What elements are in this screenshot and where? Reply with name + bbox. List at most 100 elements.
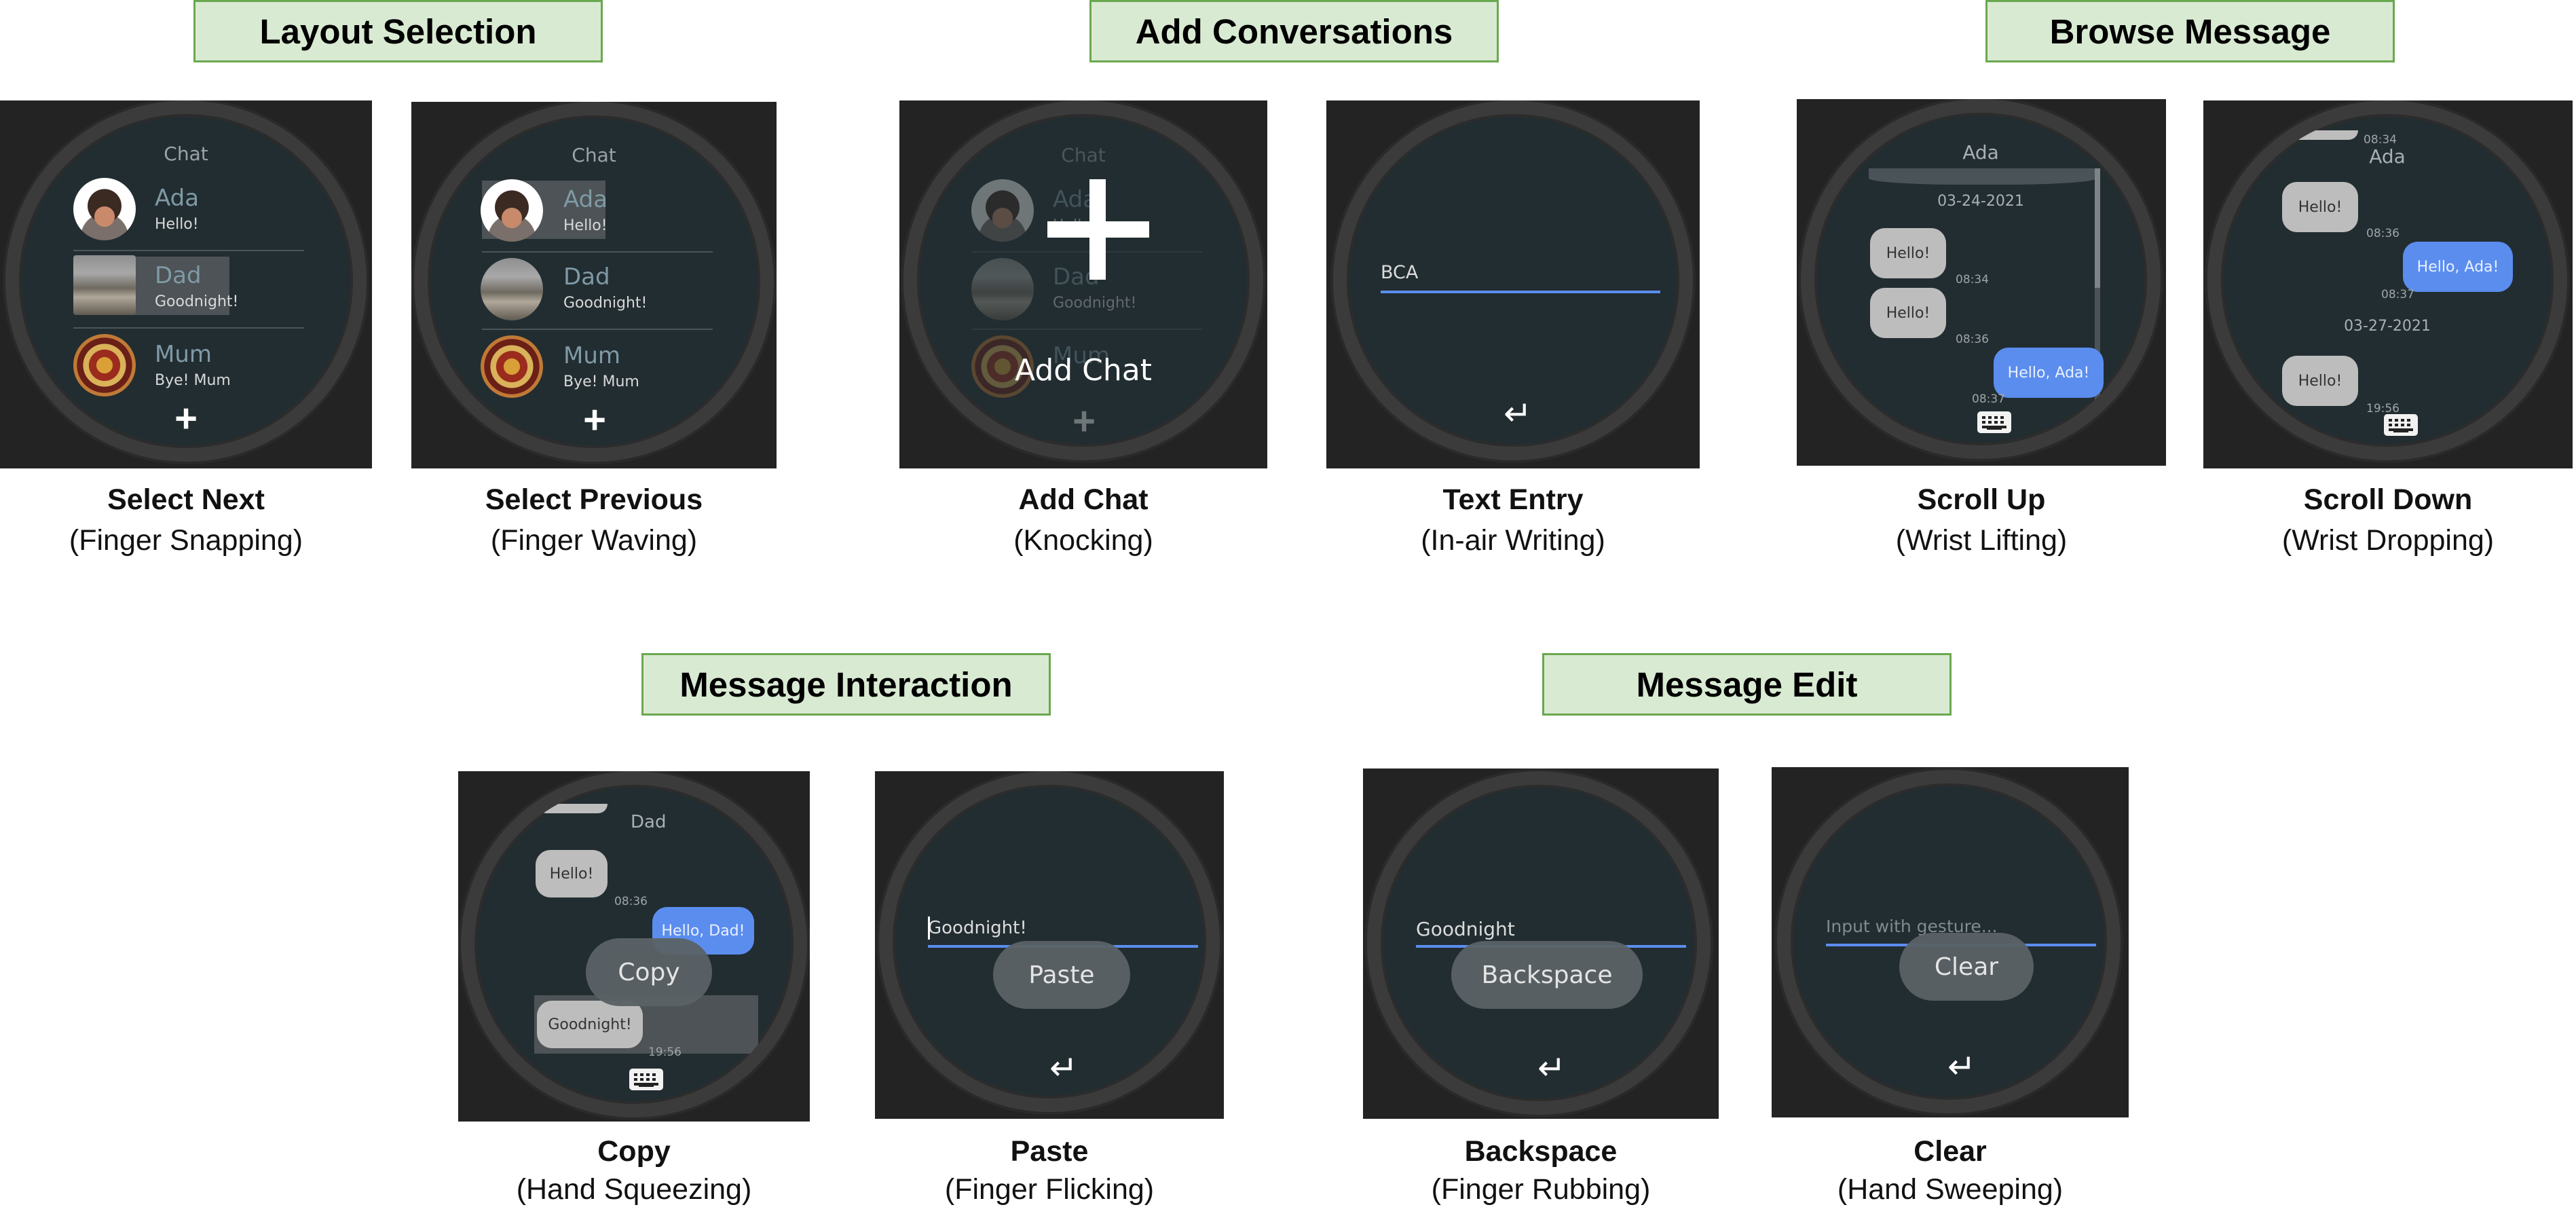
text-cursor <box>928 916 930 940</box>
contact-preview-dad: Goodnight! <box>155 293 239 310</box>
caption-gesture: (Hand Sweeping) <box>1837 1173 2064 1206</box>
caption-title: Scroll Up <box>1917 483 2046 516</box>
add-chat-label[interactable]: Add Chat <box>917 353 1250 388</box>
watch-face: Goodnight! Paste ↵ <box>879 771 1220 1112</box>
enter-icon[interactable]: ↵ <box>1043 1051 1084 1085</box>
watch-face: Ada 08:34 Hello! 08:36 Hello, Ada! 08:37… <box>2207 100 2567 460</box>
message-time: 08:37 <box>2381 288 2414 301</box>
caption-title: Clear <box>1914 1135 1987 1168</box>
caption-title: Backspace <box>1464 1135 1618 1168</box>
paste-toast: Paste <box>993 941 1130 1009</box>
screen-select-previous: Chat Ada Hello! Dad Goodnight! Mum Bye! … <box>411 102 777 468</box>
enter-icon[interactable]: ↵ <box>1941 1050 1982 1084</box>
divider <box>73 327 304 329</box>
watch-face: Ada 03-24-2021 Hello! 08:34 Hello! 08:36… <box>1801 99 2161 459</box>
caption-gesture: (Knocking) <box>1013 524 1153 557</box>
avatar-ada[interactable] <box>73 178 136 240</box>
caption-gesture: (Hand Squeezing) <box>516 1173 752 1206</box>
contact-name-ada[interactable]: Ada <box>563 186 608 213</box>
text-entry-field[interactable]: BCA <box>1381 262 1418 283</box>
caption-title: Scroll Down <box>2303 483 2473 516</box>
watch-face: Dad Hello! 08:36 Hello, Dad! Goodnight! … <box>461 771 807 1117</box>
screen-text-entry: BCA ↵ <box>1326 100 1700 468</box>
avatar-ada <box>971 179 1034 242</box>
contact-name-dad[interactable]: Dad <box>563 263 610 291</box>
contact-name-ada[interactable]: Ada <box>155 185 199 212</box>
enter-icon[interactable]: ↵ <box>1497 396 1538 430</box>
thread-header: Dad <box>631 812 667 832</box>
keyboard-icon[interactable] <box>1977 411 2011 433</box>
watch-face: Chat Ada Hello! Dad Goodnight! Mum + Add… <box>903 100 1263 460</box>
screen-scroll-up: Ada 03-24-2021 Hello! 08:34 Hello! 08:36… <box>1797 99 2166 466</box>
watch-face: Input with gesture... Clear ↵ <box>1777 770 2121 1113</box>
divider <box>73 250 304 251</box>
divider <box>971 329 1202 330</box>
message-time: 19:56 <box>2366 402 2400 415</box>
plus-icon[interactable]: + <box>172 399 200 439</box>
chat-header: Chat <box>164 143 208 165</box>
avatar-mum[interactable] <box>481 335 543 398</box>
caption-gesture: (Wrist Dropping) <box>2281 524 2495 557</box>
caption-title: Add Chat <box>1018 483 1149 516</box>
screen-select-next: Chat Ada Hello! Dad Goodnight! Mum Bye! … <box>0 100 372 468</box>
section-title-message-interaction: Message Interaction <box>641 653 1051 716</box>
avatar-dad[interactable] <box>73 255 136 315</box>
watch-face: Goodnight Backspace ↵ <box>1367 771 1711 1115</box>
contact-preview-dad: Goodnight! <box>563 295 648 312</box>
contact-preview-ada: Hello! <box>155 216 199 233</box>
text-entry-field[interactable]: Goodnight! <box>928 918 1027 938</box>
contact-name-mum[interactable]: Mum <box>563 342 620 369</box>
message-time: 08:36 <box>614 895 648 908</box>
watch-face: Chat Ada Hello! Dad Goodnight! Mum Bye! … <box>5 100 367 462</box>
message-bubble-sent[interactable]: Hello, Ada! <box>2403 242 2513 292</box>
watch-face: Chat Ada Hello! Dad Goodnight! Mum Bye! … <box>414 102 774 462</box>
message-time: 08:34 <box>1956 273 1989 286</box>
big-plus-icon-vertical[interactable] <box>1089 179 1106 280</box>
screen-scroll-down: Ada 08:34 Hello! 08:36 Hello, Ada! 08:37… <box>2203 100 2573 468</box>
caption-title: Text Entry <box>1442 483 1584 516</box>
message-time: 08:37 <box>1972 392 2005 406</box>
input-underline <box>1381 291 1660 293</box>
date-separator: 03-24-2021 <box>1937 193 2024 210</box>
section-title-message-edit: Message Edit <box>1542 653 1952 716</box>
section-title-browse-message: Browse Message <box>1985 0 2395 62</box>
keyboard-icon[interactable] <box>629 1069 663 1090</box>
divider <box>482 329 713 330</box>
contact-name-dad[interactable]: Dad <box>155 262 202 289</box>
section-title-layout-selection: Layout Selection <box>193 0 603 62</box>
keyboard-icon[interactable] <box>2384 414 2418 436</box>
text-entry-field[interactable]: Goodnight <box>1416 918 1515 940</box>
plus-icon[interactable]: + <box>581 401 608 440</box>
screen-add-chat: Chat Ada Hello! Dad Goodnight! Mum + Add… <box>899 100 1267 468</box>
divider <box>971 251 1202 253</box>
avatar-dad[interactable] <box>481 258 543 320</box>
contact-preview-ada: Hello! <box>563 217 608 234</box>
chat-header: Chat <box>1061 144 1106 166</box>
message-time: 08:36 <box>1956 333 1989 346</box>
message-bubble-received[interactable]: Hello! <box>536 850 608 897</box>
scrollbar-thumb[interactable] <box>2095 168 2100 288</box>
caption-title: Copy <box>597 1135 671 1168</box>
contact-name-mum[interactable]: Mum <box>155 341 212 368</box>
copy-toast: Copy <box>586 938 712 1006</box>
message-bubble-sent[interactable]: Hello, Ada! <box>1994 348 2104 398</box>
plus-icon: + <box>1072 399 1096 443</box>
caption-gesture: (Finger Flicking) <box>944 1173 1155 1206</box>
message-bubble-received[interactable]: Hello! <box>1870 288 1946 338</box>
backspace-toast: Backspace <box>1451 941 1643 1009</box>
avatar-mum[interactable] <box>73 334 136 396</box>
message-bubble-received-partial[interactable] <box>2286 130 2358 140</box>
contact-preview-mum: Bye! Mum <box>155 372 231 389</box>
screen-clear: Input with gesture... Clear ↵ <box>1772 767 2129 1117</box>
contact-preview-mum: Bye! Mum <box>563 373 639 390</box>
message-bubble-received-selected[interactable]: Goodnight! <box>537 1001 643 1048</box>
message-bubble-received[interactable]: Hello! <box>2282 356 2358 406</box>
message-bubble-received[interactable]: Hello! <box>1870 228 1946 278</box>
message-bubble-received-partial[interactable] <box>537 804 608 813</box>
message-bubble-received[interactable]: Hello! <box>2282 182 2358 232</box>
enter-icon[interactable]: ↵ <box>1531 1051 1572 1085</box>
caption-gesture: (Finger Rubbing) <box>1431 1173 1651 1206</box>
avatar-ada[interactable] <box>481 179 543 242</box>
caption-title: Select Next <box>107 483 265 516</box>
clear-toast: Clear <box>1899 933 2034 1001</box>
